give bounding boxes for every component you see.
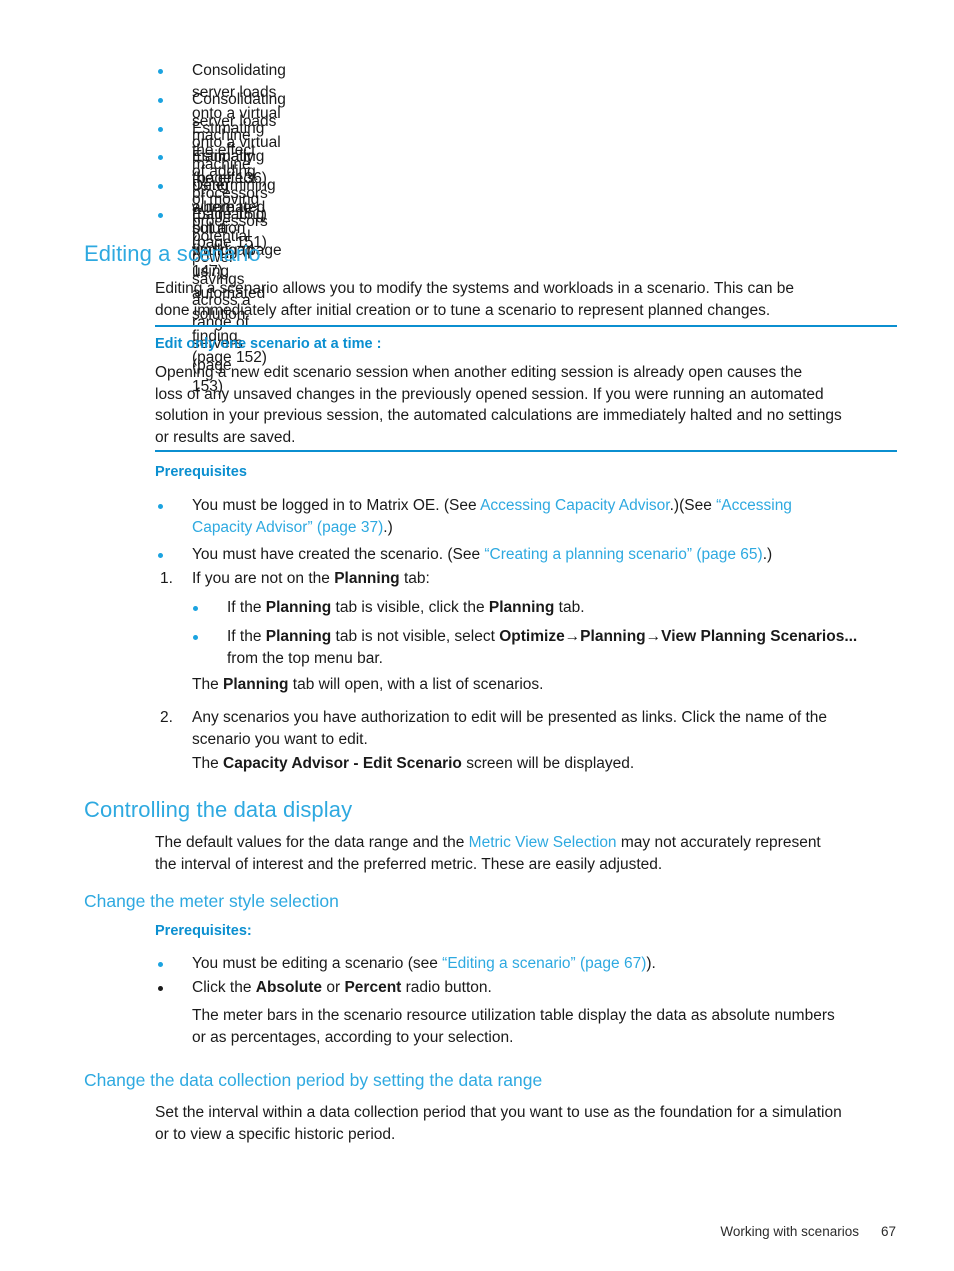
section-heading-controlling-the-data-display: Controlling the data display xyxy=(84,797,353,822)
editing-scenario-intro: Editing a scenario allows you to modify … xyxy=(155,278,900,321)
step-2-text: Any scenarios you have authorization to … xyxy=(192,707,902,750)
sub1-mid: tab is visible, click the xyxy=(331,599,489,616)
data-range-body: Set the interval within a data collectio… xyxy=(155,1102,905,1145)
bullet-icon xyxy=(158,155,163,160)
sub2-pre: If the xyxy=(227,628,266,645)
step-2-result: The Capacity Advisor - Edit Scenario scr… xyxy=(192,753,902,775)
sub2-mid: tab is not visible, select xyxy=(331,628,500,645)
cdd-intro-line-2: the interval of interest and the preferr… xyxy=(155,855,663,873)
editing-a-scenario-link[interactable]: “Editing a scenario” (page 67) xyxy=(442,955,646,972)
sub1-bold-1: Planning xyxy=(265,599,332,616)
step-number: 1. xyxy=(160,570,173,587)
step-1-sub-1-text: If the Planning tab is visible, click th… xyxy=(227,597,902,619)
section-heading-editing-a-scenario: Editing a scenario xyxy=(84,241,261,266)
prereq1-post: .) xyxy=(383,518,393,536)
note-line-1: Opening a new edit scenario session when… xyxy=(155,364,803,381)
document-page: Consolidating server loads onto a virtua… xyxy=(0,0,954,1271)
result2-pre: The xyxy=(192,755,224,772)
ms-b2-mid: or xyxy=(322,979,345,996)
page-footer: Working with scenarios 67 xyxy=(0,1224,954,1239)
prerequisites-heading: Prerequisites xyxy=(155,464,247,480)
percent-option-label: Percent xyxy=(344,979,402,996)
ms-result-line-2: or as percentages, according to your sel… xyxy=(192,1028,514,1046)
intro-line-1: Editing a scenario allows you to modify … xyxy=(155,280,794,297)
bullet-icon xyxy=(193,606,198,611)
cdd-intro-pre: The default values for the data range an… xyxy=(155,834,469,851)
bullet-icon xyxy=(158,553,163,558)
sub2-bold-1: Planning xyxy=(265,628,332,645)
step2-line-2: scenario you want to edit. xyxy=(192,730,368,748)
note-rule-top xyxy=(155,325,897,327)
result1-post: tab will open, with a list of scenarios. xyxy=(288,676,544,693)
step-1-sub-2-text: If the Planning tab is not visible, sele… xyxy=(227,626,905,669)
note-line-3: solution in your previous session, the a… xyxy=(155,407,842,424)
result2-bold: Capacity Advisor - Edit Scenario xyxy=(223,755,462,772)
sub1-post: tab. xyxy=(554,599,585,616)
metric-view-selection-link[interactable]: Metric View Selection xyxy=(469,834,617,851)
prereq1-mid: .)(See xyxy=(669,497,717,514)
ms-b2-post: radio button. xyxy=(401,979,492,996)
sub2-menu-path: Optimize→Planning→View Planning Scenario… xyxy=(499,628,858,645)
meter-style-result: The meter bars in the scenario resource … xyxy=(192,1005,904,1048)
cdd-intro-post: may not accurately represent xyxy=(616,834,821,851)
ms-b1-pre: You must be editing a scenario (see xyxy=(192,955,443,972)
subsection-heading-change-data-collection-period: Change the data collection period by set… xyxy=(84,1070,543,1090)
sub2-line-2: from the top menu bar. xyxy=(227,649,383,667)
bullet-icon xyxy=(158,69,163,74)
creating-a-planning-scenario-link[interactable]: “Creating a planning scenario” (page 65) xyxy=(484,546,762,563)
footer-page-number: 67 xyxy=(880,1224,896,1239)
footer-chapter-label: Working with scenarios xyxy=(720,1224,859,1239)
intro-line-2: done immediately after initial creation … xyxy=(155,301,771,319)
note-rule-bottom xyxy=(155,450,897,452)
note-body: Opening a new edit scenario session when… xyxy=(155,362,903,448)
ms-result-line-1: The meter bars in the scenario resource … xyxy=(192,1007,835,1024)
bullet-icon xyxy=(158,213,163,218)
dr-line-2: or to view a specific historic period. xyxy=(155,1125,396,1143)
sub1-bold-2: Planning xyxy=(488,599,555,616)
step2-line-1: Any scenarios you have authorization to … xyxy=(192,709,827,726)
bullet-icon xyxy=(193,635,198,640)
meter-style-action-text: Click the Absolute or Percent radio butt… xyxy=(192,977,902,999)
bullet-icon xyxy=(158,962,163,967)
ms-b1-post: ). xyxy=(646,955,656,972)
prerequisite-1-text: You must be logged in to Matrix OE. (See… xyxy=(192,495,902,538)
controlling-data-display-intro: The default values for the data range an… xyxy=(155,832,903,875)
bullet-icon xyxy=(158,504,163,509)
prereq2-pre: You must have created the scenario. (See xyxy=(192,546,485,563)
dr-line-1: Set the interval within a data collectio… xyxy=(155,1104,842,1121)
step-number: 2. xyxy=(160,709,173,726)
note-line-2: loss of any unsaved changes in the previ… xyxy=(155,385,824,403)
meter-style-prerequisite-text: You must be editing a scenario (see “Edi… xyxy=(192,953,902,975)
step1-post: tab: xyxy=(399,570,430,587)
absolute-option-label: Absolute xyxy=(255,979,323,996)
result1-pre: The xyxy=(192,676,224,693)
prereq2-post: .) xyxy=(762,546,773,563)
note-line-4: or results are saved. xyxy=(155,428,296,446)
step1-pre: If you are not on the xyxy=(192,570,335,587)
bullet-icon xyxy=(158,986,163,991)
note-title: Edit only one scenario at a time : xyxy=(155,336,382,352)
prerequisites-heading: Prerequisites: xyxy=(155,923,252,939)
bullet-icon xyxy=(158,184,163,189)
prerequisite-2-text: You must have created the scenario. (See… xyxy=(192,544,902,566)
accessing-capacity-advisor-link[interactable]: Accessing Capacity Advisor xyxy=(480,497,670,514)
bullet-icon xyxy=(158,98,163,103)
bullet-icon xyxy=(158,127,163,132)
accessing-capacity-advisor-page-link-part1[interactable]: “Accessing xyxy=(716,497,792,514)
accessing-capacity-advisor-page-link-part2[interactable]: Capacity Advisor” (page 37) xyxy=(192,519,383,536)
ms-b2-pre: Click the xyxy=(192,979,256,996)
step-1-text: If you are not on the Planning tab: xyxy=(192,568,902,590)
step1-bold: Planning xyxy=(334,570,400,587)
step-1-result: The Planning tab will open, with a list … xyxy=(192,674,902,696)
result2-post: screen will be displayed. xyxy=(461,755,635,772)
sub1-pre: If the xyxy=(227,599,266,616)
result1-bold: Planning xyxy=(223,676,289,693)
prereq1-pre: You must be logged in to Matrix OE. (See xyxy=(192,497,481,514)
subsection-heading-change-meter-style: Change the meter style selection xyxy=(84,891,339,911)
